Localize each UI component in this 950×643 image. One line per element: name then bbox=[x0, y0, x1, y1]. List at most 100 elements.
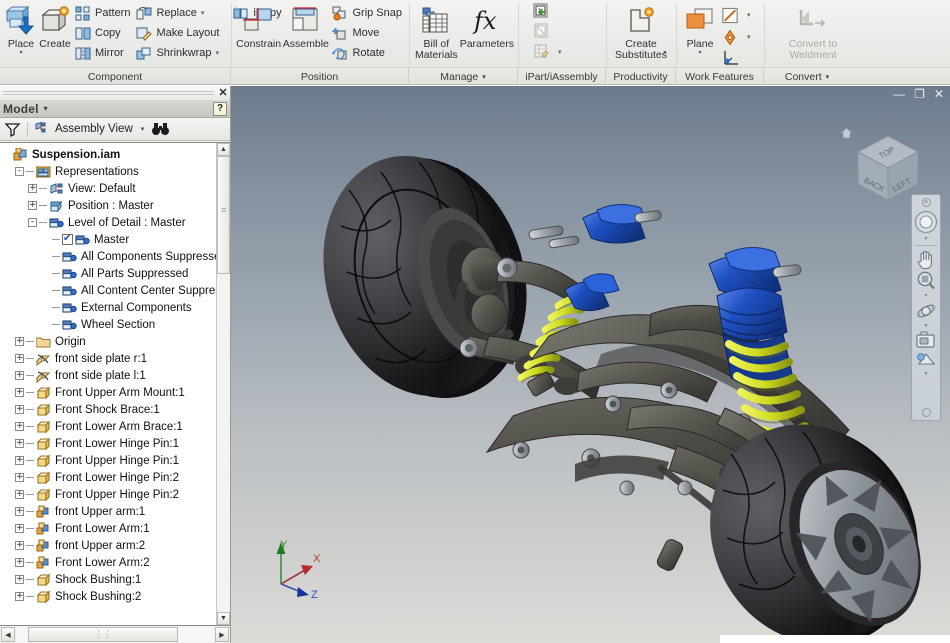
orbit-icon[interactable] bbox=[913, 300, 939, 322]
tree-expand-icon[interactable]: + bbox=[15, 524, 24, 533]
replace-button[interactable]: Replace ▾ bbox=[133, 3, 222, 23]
bill-of-materials-button[interactable]: Bill of Materials bbox=[413, 2, 460, 60]
tree-node[interactable]: All Parts Suppressed bbox=[0, 265, 230, 282]
place-component-button[interactable]: Place ▾ bbox=[4, 2, 38, 56]
grip-snap-button[interactable]: Grip Snap bbox=[329, 3, 405, 23]
tree-expand-icon[interactable]: + bbox=[15, 592, 24, 601]
tree-node[interactable]: All Content Center Suppresse bbox=[0, 282, 230, 299]
work-plane-dropdown-caret[interactable]: ▾ bbox=[698, 50, 701, 56]
steering-wheel-caret-icon[interactable]: ▾ bbox=[924, 235, 927, 243]
tree-scroll-track[interactable] bbox=[217, 156, 230, 612]
tree-node[interactable]: + Shock Bushing:1 bbox=[0, 571, 230, 588]
shrinkwrap-dropdown-caret[interactable]: ▾ bbox=[216, 49, 220, 57]
tree-expand-icon[interactable]: + bbox=[15, 507, 24, 516]
convert-panel-caret-icon[interactable]: ▾ bbox=[826, 73, 830, 81]
work-point-dropdown-caret[interactable]: ▾ bbox=[747, 33, 751, 41]
ucs-button[interactable] bbox=[720, 48, 742, 68]
tree-node[interactable]: + Position : Master bbox=[0, 197, 230, 214]
tree-expand-icon[interactable]: + bbox=[15, 405, 24, 414]
tree-expand-icon[interactable]: + bbox=[15, 371, 24, 380]
orbit-caret-icon[interactable]: ▾ bbox=[924, 322, 927, 330]
tree-expand-icon[interactable]: + bbox=[15, 473, 24, 482]
tree-expand-icon[interactable]: + bbox=[15, 354, 24, 363]
panel-label-manage[interactable]: Manage ▾ bbox=[409, 68, 518, 85]
tree-horizontal-scrollbar[interactable]: ◀ ⋮⋮ ▶ bbox=[0, 626, 230, 643]
document-minimize-button[interactable]: — bbox=[893, 88, 905, 100]
tree-node[interactable]: + Front Upper Hinge Pin:1 bbox=[0, 452, 230, 469]
tree-expand-icon[interactable]: + bbox=[15, 541, 24, 550]
tree-node[interactable]: Suspension.iam bbox=[0, 146, 230, 163]
work-plane-button[interactable]: Plane ▾ bbox=[680, 2, 720, 56]
constrain-button[interactable]: Constrain bbox=[235, 2, 282, 50]
tree-node[interactable]: + front side plate r:1 bbox=[0, 350, 230, 367]
edit-ifactory-button[interactable]: ▾ bbox=[528, 42, 565, 62]
viewcube-home-icon[interactable] bbox=[839, 126, 854, 139]
browser-close-button[interactable]: ✕ bbox=[216, 87, 230, 99]
pan-hand-icon[interactable] bbox=[913, 248, 939, 270]
3d-viewport[interactable]: — ❐ ✕ TOP BACK LEFT × ▾ ▾ ▾ ▾ Y X Z bbox=[231, 86, 950, 643]
zoom-magnifier-icon[interactable] bbox=[913, 270, 939, 292]
browser-title-caret-icon[interactable]: ▾ bbox=[44, 104, 48, 113]
tree-expand-icon[interactable]: + bbox=[15, 388, 24, 397]
tree-hscroll-right-button[interactable]: ▶ bbox=[215, 627, 229, 642]
assembly-view-icon[interactable] bbox=[34, 121, 51, 137]
show-motion-icon[interactable] bbox=[913, 350, 939, 370]
tree-node[interactable]: Master bbox=[0, 231, 230, 248]
tree-node[interactable]: External Components bbox=[0, 299, 230, 316]
tree-node[interactable]: + Front Lower Arm:1 bbox=[0, 520, 230, 537]
tree-collapse-icon[interactable]: - bbox=[28, 218, 37, 227]
navbar-options-icon[interactable] bbox=[921, 408, 931, 417]
manage-panel-caret-icon[interactable]: ▾ bbox=[482, 73, 486, 81]
suspension-assembly-model[interactable] bbox=[231, 86, 950, 643]
tree-node[interactable]: + Front Lower Hinge Pin:2 bbox=[0, 469, 230, 486]
panel-label-convert[interactable]: Convert ▾ bbox=[764, 68, 850, 85]
browser-drag-grip[interactable] bbox=[3, 89, 214, 96]
viewcube[interactable]: TOP BACK LEFT bbox=[839, 124, 932, 210]
tree-expand-icon[interactable]: + bbox=[15, 490, 24, 499]
tree-scroll-up-button[interactable]: ▲ bbox=[217, 143, 230, 156]
tree-vertical-scrollbar[interactable]: ▲ ▼ bbox=[216, 143, 230, 625]
tree-node[interactable]: + front Upper arm:2 bbox=[0, 537, 230, 554]
work-axis-button[interactable]: ▾ bbox=[720, 4, 754, 26]
tree-expand-icon[interactable]: + bbox=[15, 575, 24, 584]
parameters-button[interactable]: fx Parameters bbox=[460, 2, 514, 50]
tree-collapse-icon[interactable]: - bbox=[15, 167, 24, 176]
create-ipart-button[interactable]: i bbox=[528, 2, 554, 22]
edit-ifactory-dropdown-caret[interactable]: ▾ bbox=[558, 48, 562, 56]
tree-expand-icon[interactable]: + bbox=[15, 558, 24, 567]
copy-button[interactable]: Copy bbox=[72, 23, 133, 43]
navigation-bar[interactable]: × ▾ ▾ ▾ ▾ bbox=[911, 194, 941, 421]
document-close-button[interactable]: ✕ bbox=[934, 88, 944, 100]
tree-node[interactable]: + Front Lower Arm:2 bbox=[0, 554, 230, 571]
tree-expand-icon[interactable]: + bbox=[15, 337, 24, 346]
create-substitutes-button[interactable]: Create Substitutes ▾ bbox=[612, 2, 670, 67]
steering-wheel-icon[interactable] bbox=[913, 209, 939, 235]
move-button[interactable]: Move bbox=[329, 23, 405, 43]
tree-node[interactable]: - Representations bbox=[0, 163, 230, 180]
tree-node[interactable]: + Front Lower Arm Brace:1 bbox=[0, 418, 230, 435]
shrinkwrap-button[interactable]: Shrinkwrap ▾ bbox=[133, 43, 222, 63]
tree-node[interactable]: + Shock Bushing:2 bbox=[0, 588, 230, 605]
tree-node[interactable]: Wheel Section bbox=[0, 316, 230, 333]
tree-node[interactable]: + front Upper arm:1 bbox=[0, 503, 230, 520]
tree-node[interactable]: + front side plate l:1 bbox=[0, 367, 230, 384]
show-motion-caret-icon[interactable]: ▾ bbox=[924, 370, 927, 378]
tree-node[interactable]: + Front Lower Hinge Pin:1 bbox=[0, 435, 230, 452]
replace-dropdown-caret[interactable]: ▾ bbox=[201, 9, 205, 17]
tree-hscroll-track[interactable]: ⋮⋮ bbox=[16, 627, 214, 642]
model-tree[interactable]: Suspension.iam - Representations + View: Def… bbox=[0, 142, 230, 626]
tree-node[interactable]: + View: Default bbox=[0, 180, 230, 197]
tree-node-checkbox[interactable] bbox=[62, 233, 73, 245]
tree-expand-icon[interactable]: + bbox=[28, 184, 37, 193]
rotate-button[interactable]: Rotate bbox=[329, 43, 405, 63]
create-substitutes-dropdown-caret[interactable]: ▾ bbox=[663, 50, 666, 56]
tree-node[interactable]: - Level of Detail : Master bbox=[0, 214, 230, 231]
convert-to-weldment-button[interactable]: Convert to Weldment bbox=[776, 2, 850, 61]
tree-hscroll-thumb[interactable]: ⋮⋮ bbox=[28, 627, 178, 642]
tree-scroll-thumb[interactable] bbox=[217, 156, 230, 274]
assemble-button[interactable]: Assemble bbox=[282, 2, 329, 50]
work-axis-dropdown-caret[interactable]: ▾ bbox=[747, 11, 751, 19]
document-restore-button[interactable]: ❐ bbox=[914, 88, 925, 100]
mirror-button[interactable]: Mirror bbox=[72, 43, 133, 63]
tree-expand-icon[interactable]: + bbox=[15, 422, 24, 431]
